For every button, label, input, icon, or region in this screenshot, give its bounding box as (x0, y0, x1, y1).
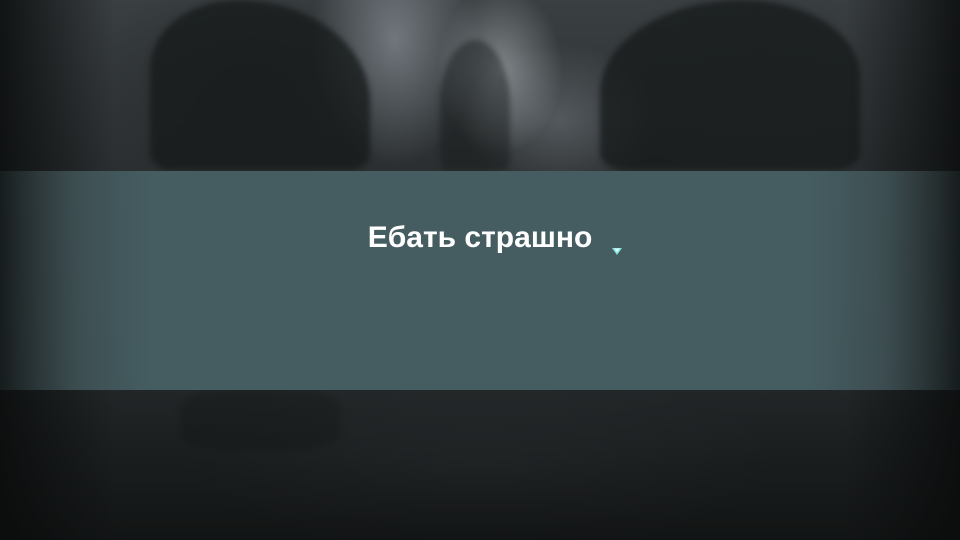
continue-arrow-icon[interactable] (611, 245, 623, 257)
game-scene[interactable]: Ебать страшно (0, 0, 960, 540)
dialogue-box[interactable] (0, 171, 960, 390)
dialogue-text: Ебать страшно (367, 221, 593, 254)
